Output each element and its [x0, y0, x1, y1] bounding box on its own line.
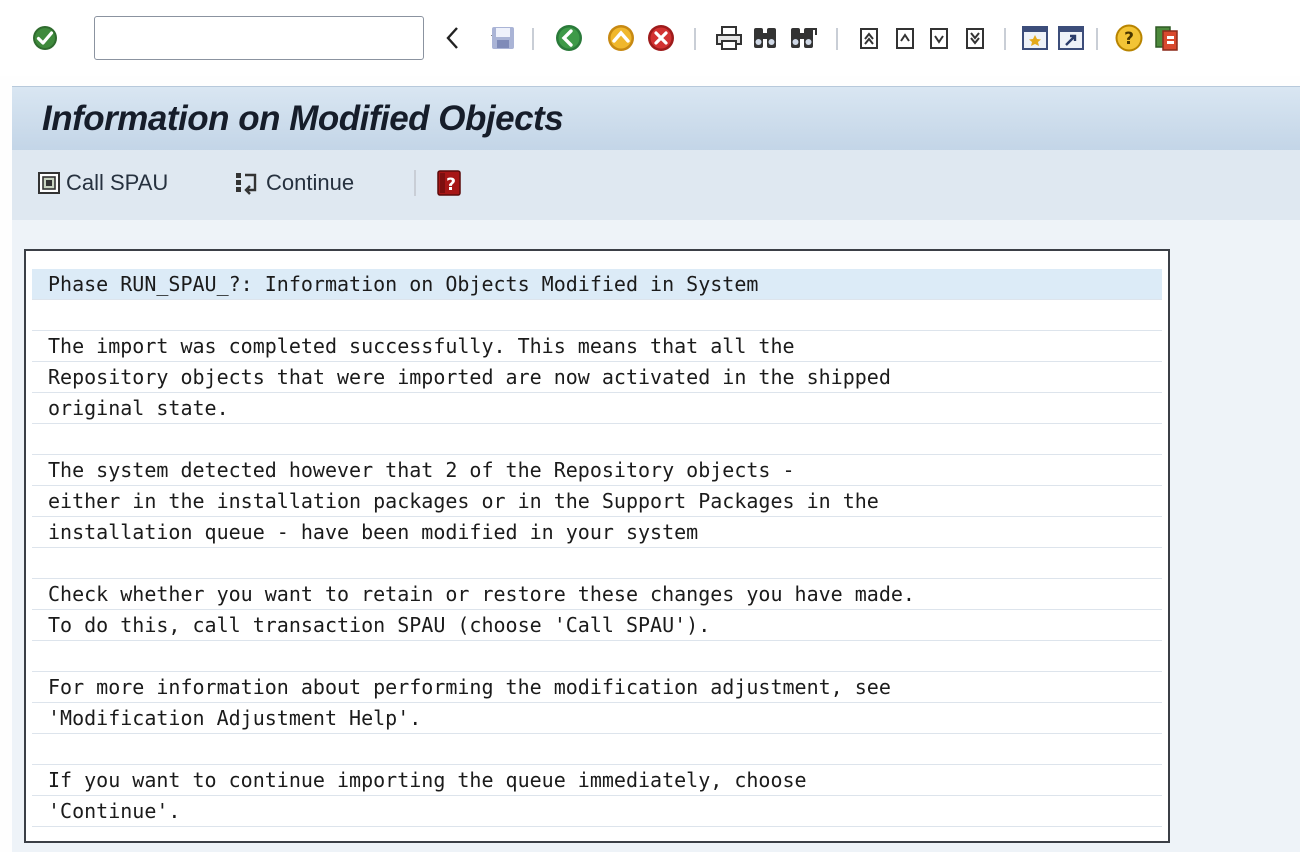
new-session-icon[interactable] [1018, 20, 1052, 56]
message-line: Check whether you want to retain or rest… [32, 579, 1162, 610]
message-heading-line: Phase RUN_SPAU_?: Information on Objects… [32, 269, 1162, 300]
system-toolbar: ? [0, 0, 1300, 76]
previous-page-icon[interactable] [888, 20, 922, 56]
find-next-icon[interactable] [786, 20, 820, 56]
message-line: To do this, call transaction SPAU (choos… [32, 610, 1162, 641]
message-line: 'Modification Adjustment Help'. [32, 703, 1162, 734]
message-line [32, 548, 1162, 579]
application-help-button[interactable]: ? [436, 166, 468, 200]
first-page-icon[interactable] [852, 20, 886, 56]
command-input[interactable] [101, 23, 385, 55]
message-line: The system detected however that 2 of th… [32, 455, 1162, 486]
message-line: The import was completed successfully. T… [32, 331, 1162, 362]
save-icon[interactable] [486, 20, 520, 56]
continue-label: Continue [266, 170, 355, 195]
enter-icon[interactable] [28, 20, 62, 56]
toolbar-separator [836, 28, 838, 50]
message-line: For more information about performing th… [32, 672, 1162, 703]
continue-icon [234, 171, 260, 195]
toolbar-separator [532, 28, 534, 50]
message-line: 'Continue'. [32, 796, 1162, 827]
call-spau-button[interactable]: Call SPAU [38, 166, 168, 200]
message-line: Repository objects that were imported ar… [32, 362, 1162, 393]
print-icon[interactable] [712, 20, 746, 56]
call-transaction-icon [38, 172, 60, 194]
cancel-icon[interactable] [644, 20, 678, 56]
svg-text:?: ? [1124, 29, 1134, 49]
command-field-toggle-icon[interactable] [436, 20, 470, 56]
shortcut-icon[interactable] [1054, 20, 1088, 56]
message-line: either in the installation packages or i… [32, 486, 1162, 517]
back-icon[interactable] [552, 20, 586, 56]
message-text-box: Phase RUN_SPAU_?: Information on Objects… [24, 249, 1170, 843]
application-toolbar: Call SPAU Continue ? [12, 150, 1300, 221]
message-line: installation queue - have been modified … [32, 517, 1162, 548]
continue-button[interactable]: Continue [234, 166, 354, 200]
toolbar-separator [1096, 28, 1098, 50]
next-page-icon[interactable] [922, 20, 956, 56]
message-line [32, 734, 1162, 765]
exit-icon[interactable] [604, 20, 638, 56]
find-icon[interactable] [748, 20, 782, 56]
message-line: original state. [32, 393, 1162, 424]
help-book-icon: ? [436, 169, 462, 197]
message-line [32, 641, 1162, 672]
last-page-icon[interactable] [958, 20, 992, 56]
message-line [32, 424, 1162, 455]
toolbar-separator [414, 170, 416, 196]
command-field[interactable] [94, 16, 503, 60]
toolbar-separator [1004, 28, 1006, 50]
customize-layout-icon[interactable] [1150, 20, 1184, 56]
help-icon[interactable]: ? [1112, 20, 1146, 56]
title-bar: Information on Modified Objects [12, 86, 1300, 151]
toolbar-separator [694, 28, 696, 50]
page-title: Information on Modified Objects [42, 99, 564, 138]
message-line [32, 300, 1162, 331]
svg-text:?: ? [446, 175, 456, 195]
call-spau-label: Call SPAU [66, 170, 169, 195]
message-line: If you want to continue importing the qu… [32, 765, 1162, 796]
